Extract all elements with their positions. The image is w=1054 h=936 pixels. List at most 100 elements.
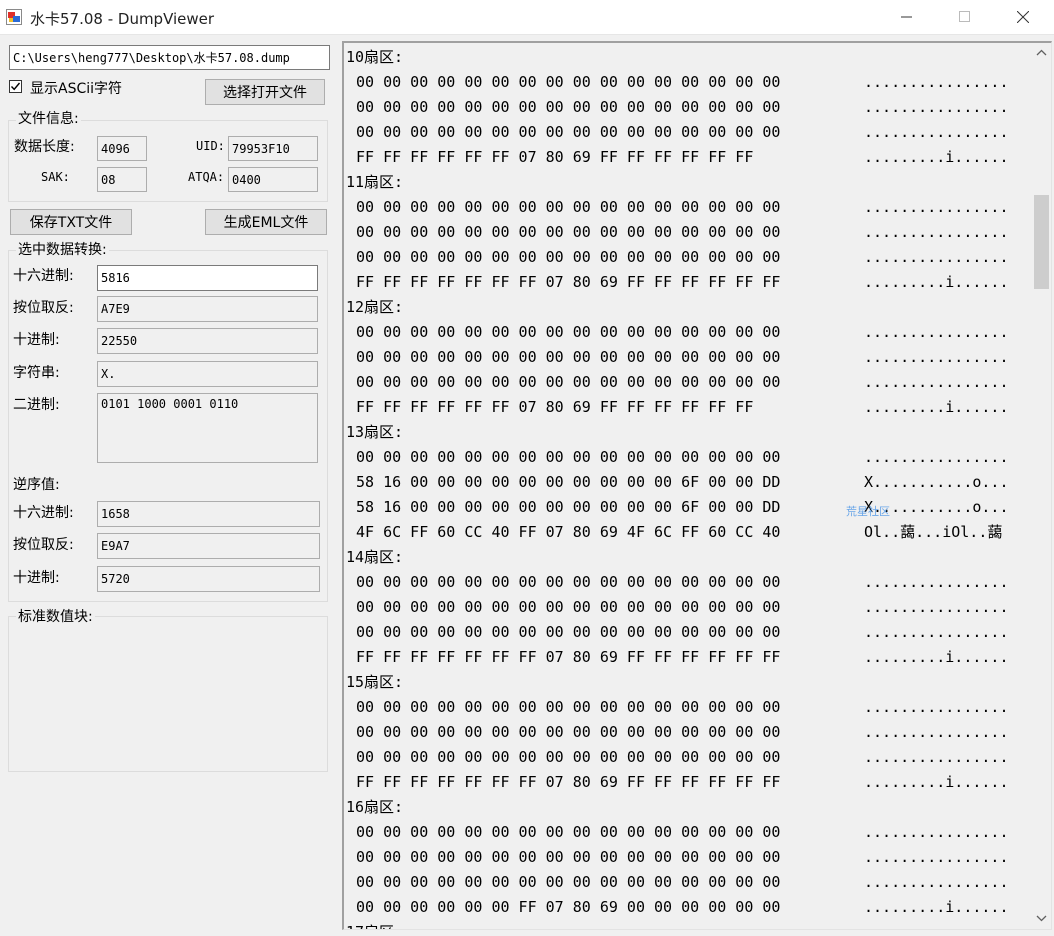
open-file-button[interactable]: 选择打开文件 [205, 79, 325, 105]
hex-bytes[interactable]: 58 16 00 00 00 00 00 00 00 00 00 00 6F 0… [356, 470, 780, 495]
maximize-button[interactable] [936, 0, 994, 34]
hex-row[interactable]: 00 00 00 00 00 00 00 00 00 00 00 00 00 0… [346, 570, 1032, 595]
hex-bytes[interactable]: 00 00 00 00 00 00 FF 07 80 69 00 00 00 0… [356, 895, 780, 920]
hex-row[interactable]: 00 00 00 00 00 00 00 00 00 00 00 00 00 0… [346, 695, 1032, 720]
hex-row[interactable]: 00 00 00 00 00 00 00 00 00 00 00 00 00 0… [346, 220, 1032, 245]
hex-row[interactable]: FF FF FF FF FF FF 07 80 69 FF FF FF FF F… [346, 395, 1032, 420]
hex-bytes[interactable]: 00 00 00 00 00 00 00 00 00 00 00 00 00 0… [356, 620, 780, 645]
reverse-inverted-field[interactable] [97, 533, 320, 559]
atqa-field[interactable] [228, 167, 318, 192]
hex-row[interactable]: FF FF FF FF FF FF 07 80 69 FF FF FF FF F… [346, 145, 1032, 170]
hex-bytes[interactable]: 00 00 00 00 00 00 00 00 00 00 00 00 00 0… [356, 320, 780, 345]
vertical-scrollbar[interactable] [1032, 43, 1051, 929]
ascii-text: .........i...... [864, 148, 1009, 166]
minimize-button[interactable] [878, 0, 936, 34]
show-ascii-label: 显示ASCii字符 [30, 81, 123, 97]
sector-header: 17扇区: [346, 920, 1032, 929]
hex-row[interactable]: 00 00 00 00 00 00 00 00 00 00 00 00 00 0… [346, 95, 1032, 120]
hex-row[interactable]: 4F 6C FF 60 CC 40 FF 07 80 69 4F 6C FF 6… [346, 520, 1032, 545]
decimal-label: 十进制: [13, 332, 60, 348]
reverse-hex-label: 十六进制: [13, 505, 74, 521]
hex-bytes[interactable]: 00 00 00 00 00 00 00 00 00 00 00 00 00 0… [356, 245, 780, 270]
hex-dump-view[interactable]: 10扇区: 00 00 00 00 00 00 00 00 00 00 00 00… [342, 41, 1052, 930]
hex-row[interactable]: FF FF FF FF FF FF FF 07 80 69 FF FF FF F… [346, 645, 1032, 670]
data-length-label: 数据长度: [14, 139, 75, 155]
inverted-field[interactable] [97, 296, 318, 322]
hex-row[interactable]: 00 00 00 00 00 00 00 00 00 00 00 00 00 0… [346, 445, 1032, 470]
hex-row[interactable]: 00 00 00 00 00 00 00 00 00 00 00 00 00 0… [346, 70, 1032, 95]
ascii-text: ................ [864, 198, 1009, 216]
uid-field[interactable] [228, 136, 318, 161]
hex-bytes[interactable]: 00 00 00 00 00 00 00 00 00 00 00 00 00 0… [356, 595, 780, 620]
hex-bytes[interactable]: 00 00 00 00 00 00 00 00 00 00 00 00 00 0… [356, 445, 780, 470]
hex-bytes[interactable]: FF FF FF FF FF FF FF 07 80 69 FF FF FF F… [356, 270, 780, 295]
ascii-text: ................ [864, 623, 1009, 641]
hex-row[interactable]: FF FF FF FF FF FF FF 07 80 69 FF FF FF F… [346, 270, 1032, 295]
hex-row[interactable]: 00 00 00 00 00 00 00 00 00 00 00 00 00 0… [346, 745, 1032, 770]
reverse-decimal-field[interactable] [97, 566, 320, 592]
hex-bytes[interactable]: 00 00 00 00 00 00 00 00 00 00 00 00 00 0… [356, 120, 780, 145]
hex-row[interactable]: FF FF FF FF FF FF FF 07 80 69 FF FF FF F… [346, 770, 1032, 795]
hex-bytes[interactable]: 4F 6C FF 60 CC 40 FF 07 80 69 4F 6C FF 6… [356, 520, 780, 545]
hex-bytes[interactable]: 00 00 00 00 00 00 00 00 00 00 00 00 00 0… [356, 820, 780, 845]
hex-bytes[interactable]: 58 16 00 00 00 00 00 00 00 00 00 00 6F 0… [356, 495, 780, 520]
hex-row[interactable]: 00 00 00 00 00 00 00 00 00 00 00 00 00 0… [346, 845, 1032, 870]
hex-row[interactable]: 58 16 00 00 00 00 00 00 00 00 00 00 6F 0… [346, 495, 1032, 520]
hex-bytes[interactable]: FF FF FF FF FF FF FF 07 80 69 FF FF FF F… [356, 645, 780, 670]
save-txt-button[interactable]: 保存TXT文件 [10, 209, 132, 235]
string-field[interactable] [97, 361, 318, 387]
ascii-text: ................ [864, 823, 1009, 841]
hex-bytes[interactable]: 00 00 00 00 00 00 00 00 00 00 00 00 00 0… [356, 720, 780, 745]
hex-bytes[interactable]: 00 00 00 00 00 00 00 00 00 00 00 00 00 0… [356, 870, 780, 895]
hex-bytes[interactable]: 00 00 00 00 00 00 00 00 00 00 00 00 00 0… [356, 570, 780, 595]
show-ascii-checkbox[interactable] [9, 80, 22, 93]
hex-field[interactable] [97, 265, 318, 291]
hex-row[interactable]: 00 00 00 00 00 00 FF 07 80 69 00 00 00 0… [346, 895, 1032, 920]
ascii-text: .........i...... [864, 398, 1009, 416]
file-path-field[interactable] [9, 45, 330, 70]
hex-bytes[interactable]: 00 00 00 00 00 00 00 00 00 00 00 00 00 0… [356, 220, 780, 245]
inverted-label: 按位取反: [13, 300, 74, 316]
hex-bytes[interactable]: FF FF FF FF FF FF FF 07 80 69 FF FF FF F… [356, 770, 780, 795]
generate-eml-button[interactable]: 生成EML文件 [205, 209, 327, 235]
standard-block-group [8, 616, 328, 772]
data-length-field[interactable] [97, 136, 147, 161]
hex-row[interactable]: 00 00 00 00 00 00 00 00 00 00 00 00 00 0… [346, 370, 1032, 395]
decimal-field[interactable] [97, 328, 318, 354]
hex-label: 十六进制: [13, 268, 74, 284]
ascii-text: ................ [864, 698, 1009, 716]
hex-bytes[interactable]: 00 00 00 00 00 00 00 00 00 00 00 00 00 0… [356, 745, 780, 770]
hex-row[interactable]: 00 00 00 00 00 00 00 00 00 00 00 00 00 0… [346, 195, 1032, 220]
sector-header: 14扇区: [346, 548, 404, 566]
hex-bytes[interactable]: FF FF FF FF FF FF 07 80 69 FF FF FF FF F… [356, 145, 753, 170]
scroll-down-button[interactable] [1032, 910, 1051, 927]
binary-field[interactable]: 0101 1000 0001 0110 [97, 393, 318, 463]
hex-row[interactable]: 00 00 00 00 00 00 00 00 00 00 00 00 00 0… [346, 820, 1032, 845]
hex-row[interactable]: 58 16 00 00 00 00 00 00 00 00 00 00 6F 0… [346, 470, 1032, 495]
hex-bytes[interactable]: 00 00 00 00 00 00 00 00 00 00 00 00 00 0… [356, 345, 780, 370]
hex-row[interactable]: 00 00 00 00 00 00 00 00 00 00 00 00 00 0… [346, 345, 1032, 370]
scroll-up-button[interactable] [1032, 45, 1051, 62]
hex-row[interactable]: 00 00 00 00 00 00 00 00 00 00 00 00 00 0… [346, 120, 1032, 145]
hex-row[interactable]: 00 00 00 00 00 00 00 00 00 00 00 00 00 0… [346, 870, 1032, 895]
hex-bytes[interactable]: 00 00 00 00 00 00 00 00 00 00 00 00 00 0… [356, 370, 780, 395]
hex-row[interactable]: 00 00 00 00 00 00 00 00 00 00 00 00 00 0… [346, 620, 1032, 645]
hex-row[interactable]: 00 00 00 00 00 00 00 00 00 00 00 00 00 0… [346, 720, 1032, 745]
hex-row[interactable]: 00 00 00 00 00 00 00 00 00 00 00 00 00 0… [346, 245, 1032, 270]
reverse-hex-field[interactable] [97, 501, 320, 527]
hex-row[interactable]: 00 00 00 00 00 00 00 00 00 00 00 00 00 0… [346, 595, 1032, 620]
ascii-text: ................ [864, 598, 1009, 616]
hex-bytes[interactable]: 00 00 00 00 00 00 00 00 00 00 00 00 00 0… [356, 195, 780, 220]
watermark: 荒星社区 [846, 505, 890, 518]
hex-bytes[interactable]: 00 00 00 00 00 00 00 00 00 00 00 00 00 0… [356, 845, 780, 870]
hex-bytes[interactable]: FF FF FF FF FF FF 07 80 69 FF FF FF FF F… [356, 395, 753, 420]
hex-row[interactable]: 00 00 00 00 00 00 00 00 00 00 00 00 00 0… [346, 320, 1032, 345]
ascii-text: ................ [864, 848, 1009, 866]
ascii-text: ................ [864, 373, 1009, 391]
hex-bytes[interactable]: 00 00 00 00 00 00 00 00 00 00 00 00 00 0… [356, 695, 780, 720]
scroll-thumb[interactable] [1034, 195, 1049, 289]
hex-bytes[interactable]: 00 00 00 00 00 00 00 00 00 00 00 00 00 0… [356, 70, 780, 95]
close-button[interactable] [994, 0, 1052, 34]
sak-field[interactable] [97, 167, 147, 192]
hex-bytes[interactable]: 00 00 00 00 00 00 00 00 00 00 00 00 00 0… [356, 95, 780, 120]
